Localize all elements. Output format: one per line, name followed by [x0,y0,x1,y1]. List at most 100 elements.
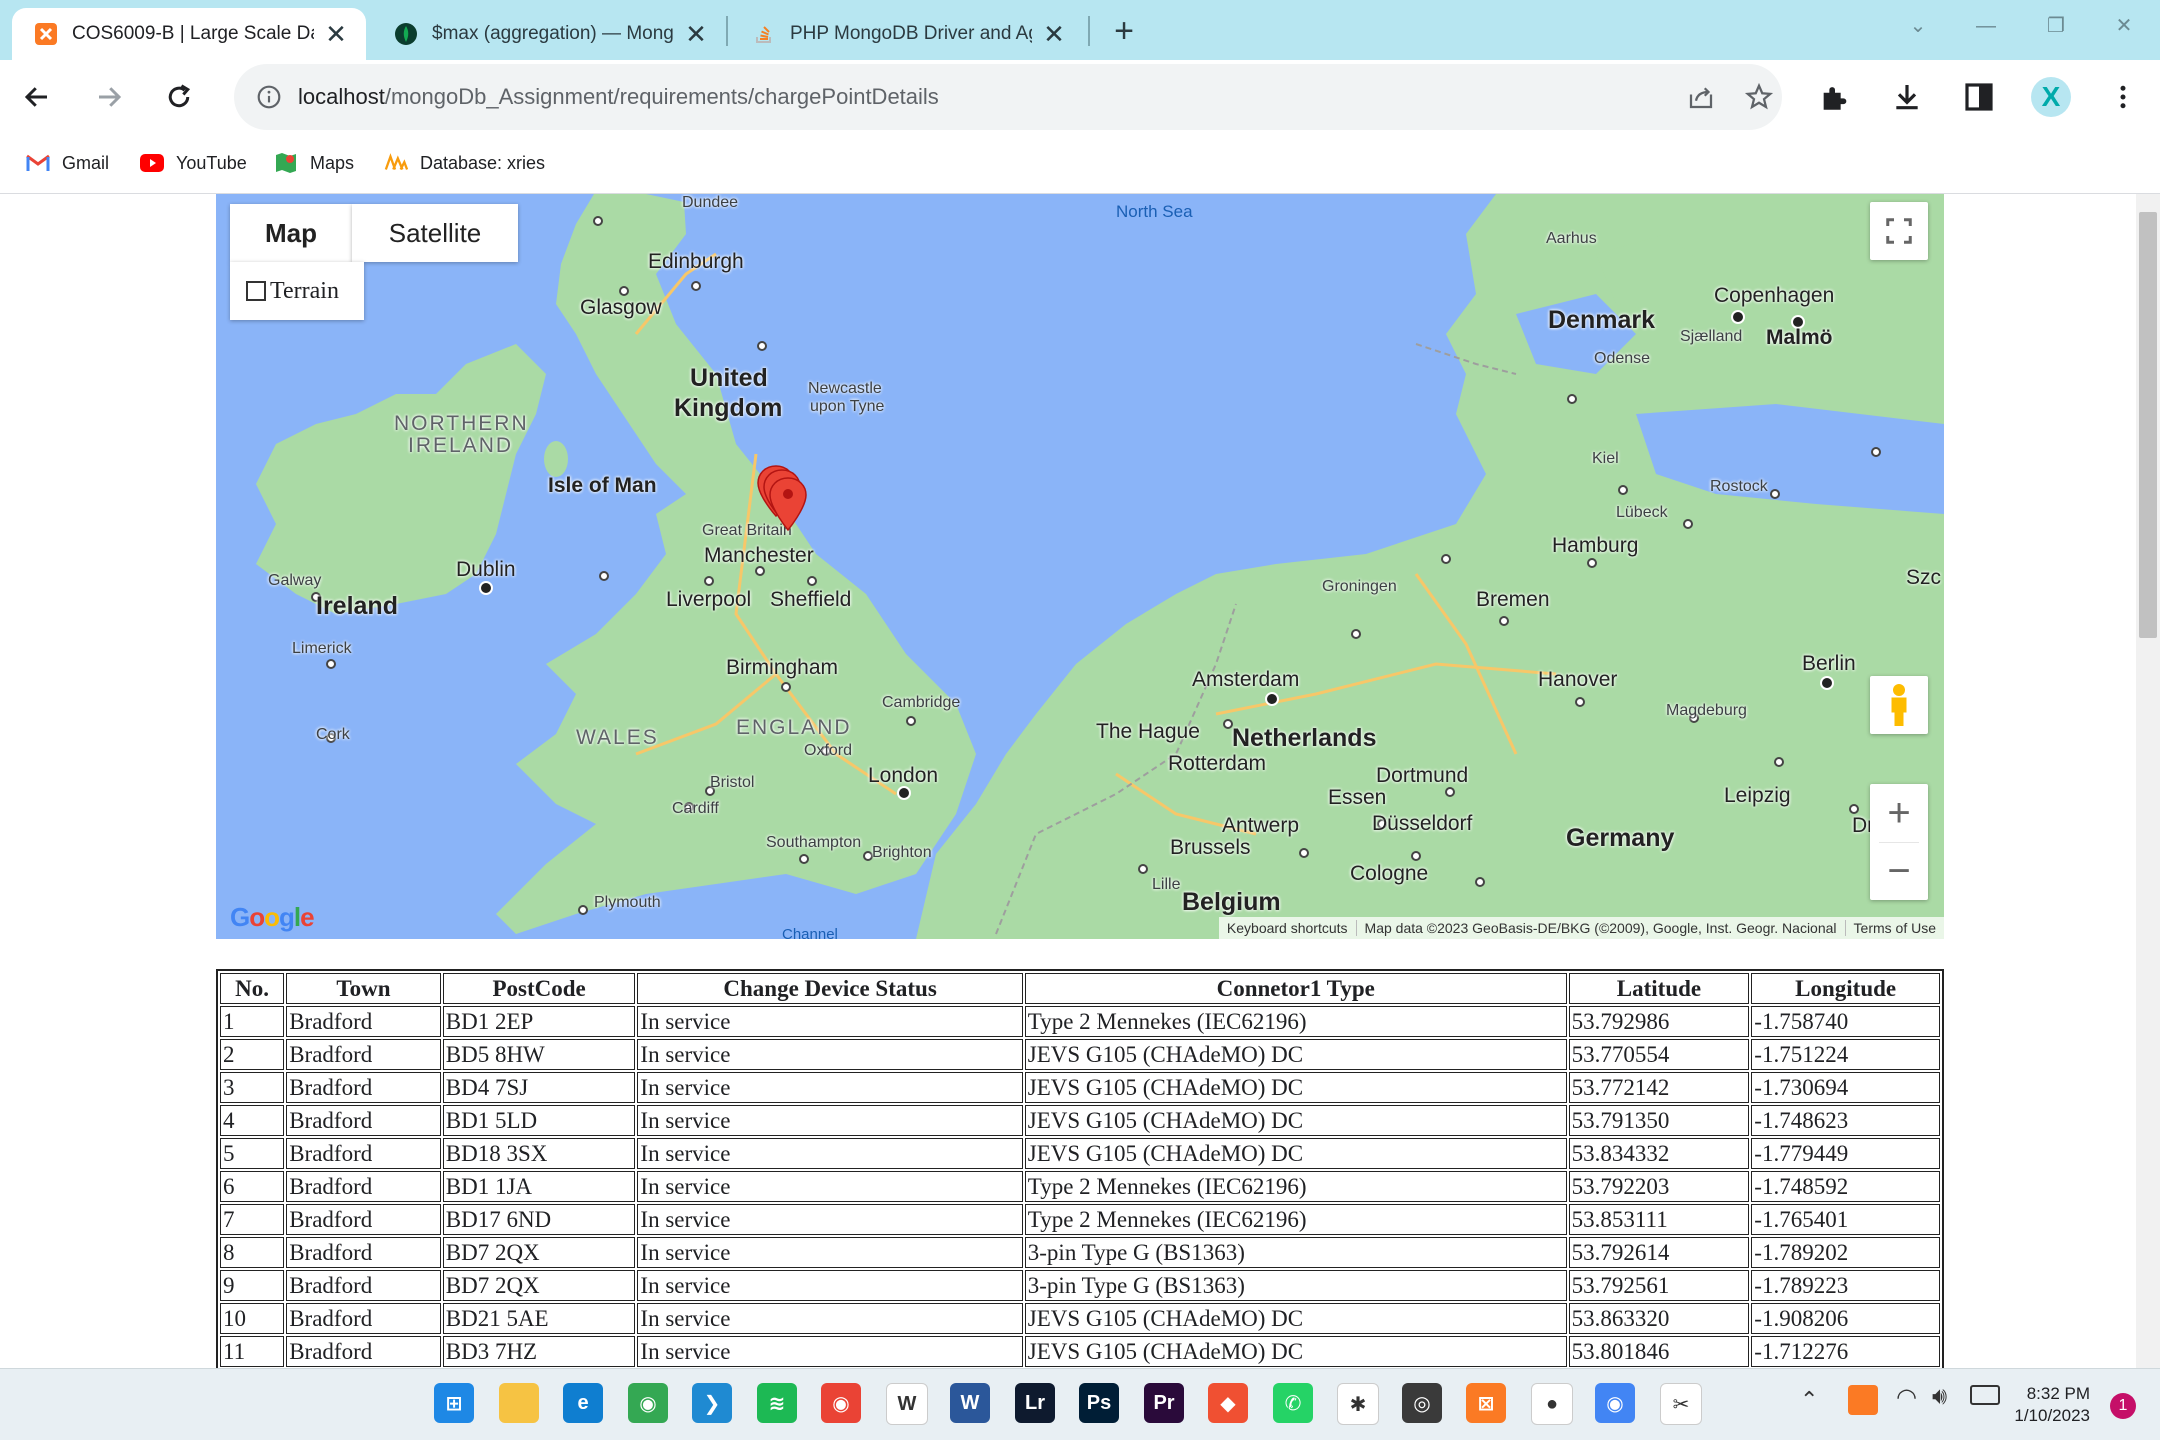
gmail-icon [26,151,50,175]
windows-start-icon[interactable]: ⊞ [434,1383,474,1423]
table-cell: 10 [220,1303,285,1334]
bookmark-maps[interactable]: Maps [274,148,354,178]
table-cell: -1.789202 [1751,1237,1940,1268]
site-info-icon[interactable] [256,84,282,115]
tab-search-icon[interactable]: ⌄ [1898,6,1938,46]
whatsapp-icon[interactable]: ✆ [1273,1383,1313,1423]
street-view-pegman[interactable] [1870,676,1928,734]
table-cell: 4 [220,1105,285,1136]
table-cell: -1.758740 [1751,1006,1940,1037]
keyboard-shortcuts-link[interactable]: Keyboard shortcuts [1219,920,1356,936]
minimize-button[interactable]: — [1966,6,2006,46]
word-icon[interactable]: W [950,1383,990,1423]
terms-of-use-link[interactable]: Terms of Use [1844,920,1944,936]
restore-button[interactable]: ❐ [2036,6,2076,46]
google-map[interactable]: North Sea Dundee Edinburgh Glasgow Unite… [216,194,1944,939]
fullscreen-button[interactable] [1870,202,1928,260]
tab-title: $max (aggregation) — MongoD [432,23,674,44]
table-row: 8 Bradford BD7 2QX In service 3-pin Type G (… [220,1237,1940,1268]
back-button[interactable] [14,74,60,120]
table-cell: -1.765401 [1751,1204,1940,1235]
checkbox-icon[interactable] [246,281,266,301]
tab-php-mongodb[interactable]: PHP MongoDB Driver and Aggr ✕ [730,8,1084,60]
wacom-icon[interactable]: W [886,1383,928,1425]
spotify-icon[interactable]: ≋ [757,1383,797,1423]
close-tab-icon[interactable]: ✕ [1040,19,1068,49]
bookmark-database[interactable]: Database: xries [384,148,545,178]
map-label: Netherlands [1232,724,1377,752]
table-cell: In service [637,1138,1023,1169]
camera-icon[interactable]: ◎ [1402,1383,1442,1423]
notification-badge[interactable]: 1 [2110,1393,2136,1419]
bookmark-star-icon[interactable] [1744,82,1774,117]
extensions-icon[interactable] [1812,74,1858,120]
chrome-icon[interactable]: ◉ [821,1383,861,1423]
premiere-icon[interactable]: Pr [1144,1383,1184,1423]
lightroom-icon[interactable]: Lr [1015,1383,1055,1423]
window-close-button[interactable]: ✕ [2104,6,2144,46]
table-row: 5 Bradford BD18 3SX In service JEVS G105 (CH… [220,1138,1940,1169]
map-label: Brussels [1170,836,1251,859]
volume-icon[interactable]: 🔊︎ [1932,1383,1947,1411]
map-label: NORTHERN [394,412,529,435]
bookmark-gmail[interactable]: Gmail [26,148,109,178]
terrain-checkbox[interactable]: Terrain [230,262,364,320]
google-logo[interactable]: Google [230,902,315,933]
share-icon[interactable] [1686,82,1716,117]
close-tab-icon[interactable]: ✕ [322,19,350,49]
battery-icon[interactable] [1970,1385,2000,1405]
zoom-out-button[interactable]: − [1870,843,1928,900]
snipping-tool-icon[interactable]: ✂ [1660,1383,1702,1425]
chrome-profile-icon[interactable]: ◉ [628,1383,668,1423]
table-header-row: No. Town PostCode Change Device Status C… [220,973,1940,1004]
zoom-in-button[interactable]: + [1870,784,1928,842]
chrome-menu-icon[interactable] [2100,74,2146,120]
slack-icon[interactable]: ✱ [1337,1383,1379,1425]
bookmark-label: YouTube [176,152,247,173]
new-tab-button[interactable]: + [1104,12,1144,52]
table-cell: Bradford [286,1336,441,1367]
table-cell: In service [637,1303,1023,1334]
table-cell: Bradford [286,1039,441,1070]
map-type-satellite-button[interactable]: Satellite [352,204,518,262]
address-bar[interactable]: localhost/mongoDb_Assignment/requirement… [234,64,1782,130]
map-label: Kiel [1592,450,1619,467]
map-label: Lille [1152,876,1181,893]
bookmark-youtube[interactable]: YouTube [140,148,247,178]
map-type-map-button[interactable]: Map [230,204,352,262]
edge-icon[interactable]: e [563,1383,603,1423]
reload-button[interactable] [156,74,202,120]
chevron-up-icon[interactable]: ⌃ [1800,1387,1818,1413]
marker-cluster[interactable] [756,464,826,544]
map-label: Hamburg [1552,534,1639,557]
back-arrow-icon [24,87,47,107]
tab-max-aggregation[interactable]: $max (aggregation) — MongoD ✕ [372,8,726,60]
table-cell: 53.792986 [1568,1006,1750,1037]
table-cell: In service [637,1006,1023,1037]
forward-button[interactable] [86,74,132,120]
wifi-icon[interactable]: ◠ [1896,1383,1917,1412]
chrome-user-icon[interactable]: ◉ [1595,1383,1635,1423]
mongodb-icon[interactable]: ● [1531,1383,1573,1425]
url-text[interactable]: localhost/mongoDb_Assignment/requirement… [298,64,939,130]
xampp-tray-icon[interactable] [1848,1385,1878,1415]
system-clock[interactable]: 8:32 PM 1/10/2023 [2014,1383,2090,1427]
scrollbar-thumb[interactable] [2139,212,2157,638]
tab-cos6009[interactable]: COS6009-B | Large Scale Data I ✕ [12,8,366,60]
close-tab-icon[interactable]: ✕ [682,19,710,49]
table-cell: 53.792614 [1568,1237,1750,1268]
download-icon[interactable] [1884,74,1930,120]
table-cell: BD1 5LD [442,1105,636,1136]
vscode-icon[interactable]: ❯ [692,1383,732,1423]
page-scrollbar[interactable] [2136,194,2160,1368]
table-row: 11 Bradford BD3 7HZ In service JEVS G105 (CH… [220,1336,1940,1367]
side-panel-icon[interactable] [1956,74,2002,120]
table-row: 7 Bradford BD17 6ND In service Type 2 Mennek… [220,1204,1940,1235]
xampp-icon[interactable]: ⊠ [1466,1383,1506,1423]
table-cell: Bradford [286,1270,441,1301]
file-explorer-icon[interactable] [499,1383,539,1423]
git-icon[interactable]: ◆ [1208,1383,1248,1423]
profile-avatar[interactable]: X [2028,74,2074,120]
table-cell: BD21 5AE [442,1303,636,1334]
photoshop-icon[interactable]: Ps [1079,1383,1119,1423]
